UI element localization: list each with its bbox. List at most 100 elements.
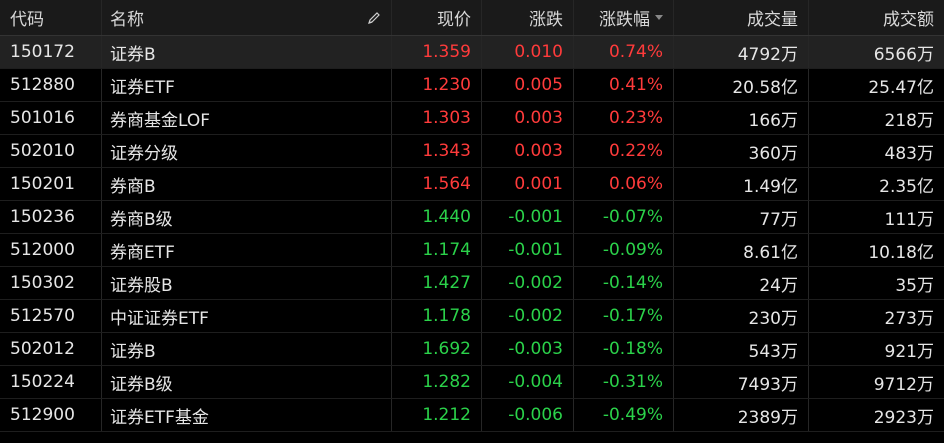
cell-volume: 230万	[674, 300, 809, 332]
cell-amount: 2.35亿	[879, 176, 934, 197]
cell-pct: -0.14%	[574, 267, 674, 299]
cell-volume: 20.58亿	[674, 69, 809, 101]
header-pct-label: 涨跌幅	[599, 10, 650, 30]
cell-volume: 1.49亿	[674, 168, 809, 200]
header-amount[interactable]: 成交额	[809, 0, 944, 35]
cell-volume: 24万	[674, 267, 809, 299]
cell-code: 150302	[0, 267, 102, 299]
cell-volume: 4792万	[674, 36, 809, 68]
table-row[interactable]: 502010 证券分级 1.343 0.003 0.22% 360万 483万	[0, 135, 944, 168]
cell-price: 1.230	[392, 69, 482, 101]
cell-pct: 0.22%	[574, 135, 674, 167]
cell-volume: 77万	[674, 201, 809, 233]
cell-change: 0.005	[482, 69, 574, 101]
cell-volume: 166万	[674, 102, 809, 134]
header-code[interactable]: 代码	[0, 0, 102, 35]
table-row[interactable]: 501016 券商基金LOF 1.303 0.003 0.23% 166万 218万	[0, 102, 944, 135]
cell-code: 512880	[0, 69, 102, 101]
cell-code: 502010	[0, 135, 102, 167]
cell-price: 1.692	[392, 333, 482, 365]
edit-icon[interactable]	[367, 11, 381, 25]
table-row[interactable]: 502012 证券B 1.692 -0.003 -0.18% 543万 921万	[0, 333, 944, 366]
cell-name: 证券ETF	[102, 69, 392, 101]
cell-volume: 2389万	[674, 399, 809, 431]
table-row[interactable]: 150302 证券股B 1.427 -0.002 -0.14% 24万 35万	[0, 267, 944, 300]
cell-amount: 218万	[884, 110, 934, 131]
table-row[interactable]: 512900 证券ETF基金 1.212 -0.006 -0.49% 2389万 2923万	[0, 399, 944, 432]
cell-pct: 0.41%	[574, 69, 674, 101]
cell-name: 证券ETF基金	[102, 399, 392, 431]
cell-amount: 6566万	[873, 44, 934, 65]
cell-volume: 8.61亿	[674, 234, 809, 266]
table-row[interactable]: 150201 券商B 1.564 0.001 0.06% 1.49亿 2.35亿	[0, 168, 944, 201]
cell-price: 1.343	[392, 135, 482, 167]
cell-change: -0.001	[482, 201, 574, 233]
table-row[interactable]: 512880 证券ETF 1.230 0.005 0.41% 20.58亿 25.47亿	[0, 69, 944, 102]
cell-change: -0.002	[482, 300, 574, 332]
cell-name: 券商ETF	[102, 234, 392, 266]
cell-pct: 0.06%	[574, 168, 674, 200]
cell-name: 证券B级	[102, 366, 392, 398]
cell-amount: 483万	[884, 143, 934, 164]
header-name[interactable]: 名称	[102, 0, 392, 35]
cell-name: 券商B	[102, 168, 392, 200]
cell-code: 501016	[0, 102, 102, 134]
cell-change: 0.010	[482, 36, 574, 68]
table-row[interactable]: 150236 券商B级 1.440 -0.001 -0.07% 77万 111万	[0, 201, 944, 234]
cell-price: 1.440	[392, 201, 482, 233]
cell-price: 1.564	[392, 168, 482, 200]
cell-pct: 0.23%	[574, 102, 674, 134]
cell-volume: 543万	[674, 333, 809, 365]
cell-price: 1.359	[392, 36, 482, 68]
cell-pct: -0.07%	[574, 201, 674, 233]
header-pct[interactable]: 涨跌幅	[574, 0, 674, 35]
cell-change: -0.006	[482, 399, 574, 431]
cell-code: 150224	[0, 366, 102, 398]
cell-price: 1.282	[392, 366, 482, 398]
cell-price: 1.174	[392, 234, 482, 266]
cell-name: 中证证券ETF	[102, 300, 392, 332]
cell-pct: -0.49%	[574, 399, 674, 431]
cell-pct: 0.74%	[574, 36, 674, 68]
table-row[interactable]: 512000 券商ETF 1.174 -0.001 -0.09% 8.61亿 10.18亿	[0, 234, 944, 267]
table-header: 代码 名称 现价 涨跌 涨跌幅 成交量 成交额	[0, 0, 944, 36]
cell-change: -0.003	[482, 333, 574, 365]
cell-change: 0.001	[482, 168, 574, 200]
header-volume[interactable]: 成交量	[674, 0, 809, 35]
cell-code: 150236	[0, 201, 102, 233]
cell-amount: 10.18亿	[868, 242, 934, 263]
cell-pct: -0.17%	[574, 300, 674, 332]
table-row[interactable]: 512570 中证证券ETF 1.178 -0.002 -0.17% 230万 273万	[0, 300, 944, 333]
header-change[interactable]: 涨跌	[482, 0, 574, 35]
cell-change: -0.001	[482, 234, 574, 266]
cell-code: 512900	[0, 399, 102, 431]
sort-desc-icon	[655, 15, 663, 20]
cell-change: -0.002	[482, 267, 574, 299]
cell-code: 512000	[0, 234, 102, 266]
quote-table: 代码 名称 现价 涨跌 涨跌幅 成交量 成交额 150172 证券B 1.359 0.…	[0, 0, 944, 443]
cell-amount: 35万	[895, 275, 934, 296]
cell-change: -0.004	[482, 366, 574, 398]
cell-price: 1.212	[392, 399, 482, 431]
cell-name: 证券股B	[102, 267, 392, 299]
cell-pct: -0.09%	[574, 234, 674, 266]
cell-amount: 25.47亿	[868, 77, 934, 98]
cell-code: 150172	[0, 36, 102, 68]
table-row[interactable]: 150224 证券B级 1.282 -0.004 -0.31% 7493万 9712万	[0, 366, 944, 399]
cell-change: 0.003	[482, 102, 574, 134]
header-price[interactable]: 现价	[392, 0, 482, 35]
cell-amount: 111万	[884, 209, 934, 230]
cell-name: 券商基金LOF	[102, 102, 392, 134]
cell-code: 502012	[0, 333, 102, 365]
cell-price: 1.303	[392, 102, 482, 134]
cell-name: 证券B	[102, 36, 392, 68]
cell-name: 证券B	[102, 333, 392, 365]
cell-amount: 9712万	[873, 374, 934, 395]
cell-pct: -0.18%	[574, 333, 674, 365]
cell-name: 券商B级	[102, 201, 392, 233]
table-row[interactable]: 150172 证券B 1.359 0.010 0.74% 4792万 6566万	[0, 36, 944, 69]
cell-amount: 273万	[884, 308, 934, 329]
cell-amount: 2923万	[873, 407, 934, 428]
cell-change: 0.003	[482, 135, 574, 167]
cell-name: 证券分级	[102, 135, 392, 167]
